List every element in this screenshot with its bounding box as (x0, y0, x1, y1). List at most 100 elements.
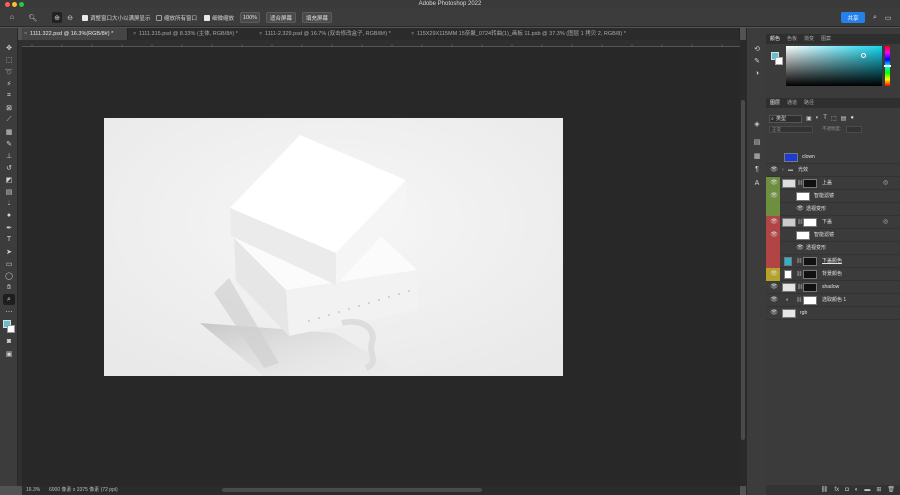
filter-type-icon[interactable]: T (823, 115, 827, 122)
close-tab-icon[interactable]: × (259, 28, 262, 40)
layer-row[interactable]: 👁︎ 智能滤镜 (766, 190, 900, 203)
libraries-icon[interactable]: ◈ (751, 118, 763, 129)
delete-layer-icon[interactable]: 🗑︎ (887, 485, 895, 495)
new-layer-icon[interactable]: ⊞ (876, 485, 881, 495)
scrubby-zoom-checkbox[interactable] (204, 14, 210, 21)
tab-channels[interactable]: 通道 (787, 98, 797, 108)
rectangle-tool-icon[interactable]: ▭ (3, 258, 15, 269)
healing-brush-tool-icon[interactable]: ▦ (3, 126, 15, 137)
layer-row[interactable]: 👁︎ ⛓ 下盖 ◎ (766, 216, 900, 229)
zoom-out-icon[interactable]: ⊖ (65, 12, 75, 23)
quick-mask-icon[interactable]: ◙ (3, 336, 15, 347)
tab-document-2[interactable]: × 1111.315.psd @ 8.33% (主体, RGB/8#) * (131, 28, 275, 40)
workspace-icon[interactable]: ▭ (883, 12, 893, 23)
background-color-swatch[interactable] (7, 325, 15, 333)
tab-patterns[interactable]: 图案 (821, 34, 831, 44)
screen-mode-icon[interactable]: ▣ (3, 348, 15, 359)
character-icon[interactable]: A (751, 178, 763, 189)
layer-row[interactable]: clown (766, 151, 900, 164)
hue-slider-handle[interactable] (884, 65, 891, 67)
tab-gradients[interactable]: 渐变 (804, 34, 814, 44)
eraser-tool-icon[interactable]: ◩ (3, 174, 15, 185)
hand-tool-icon[interactable]: ✋︎ (3, 282, 15, 293)
marquee-tool-icon[interactable]: ⬚ (3, 54, 15, 65)
fit-screen-button[interactable]: 适合屏幕 (266, 12, 296, 23)
layer-row[interactable]: 👁︎ › ▬ 光效 (766, 164, 900, 177)
filter-adjustment-icon[interactable]: ◐ (816, 115, 820, 122)
group-expand-icon[interactable]: › (782, 167, 784, 173)
hue-slider[interactable] (884, 46, 891, 86)
tab-color[interactable]: 颜色 (770, 34, 780, 44)
scrubby-zoom-option[interactable]: 细微缩放 (204, 12, 234, 23)
more-tools-icon[interactable]: ⋯ (3, 306, 15, 317)
magic-wand-tool-icon[interactable]: ⚡︎ (3, 78, 15, 89)
move-tool-icon[interactable]: ✥ (3, 42, 15, 53)
lasso-tool-icon[interactable]: ➰ (3, 66, 15, 77)
layer-row[interactable]: ⛓ 下盖颜色 (766, 255, 900, 268)
layer-row[interactable]: 👁︎ ◐ ⛓ 选取颜色 1 (766, 294, 900, 307)
layer-row[interactable]: 👁︎ 透视变形 (766, 242, 900, 255)
close-tab-icon[interactable]: × (133, 28, 136, 40)
share-button[interactable]: 共享 (841, 12, 865, 23)
layer-mask-thumbnail[interactable] (803, 218, 817, 227)
zoom-value-field[interactable]: 100% (240, 12, 260, 23)
layer-row[interactable]: 👁︎ ⛓ 背景颜色 (766, 268, 900, 281)
clone-stamp-tool-icon[interactable]: ⊥ (3, 150, 15, 161)
visibility-eye-icon[interactable]: 👁︎ (796, 244, 804, 252)
layer-mask-thumbnail[interactable] (803, 296, 817, 305)
new-adjustment-icon[interactable]: ◐ (855, 485, 859, 495)
frame-tool-icon[interactable]: ⊠ (3, 102, 15, 113)
zoom-all-checkbox[interactable] (156, 14, 162, 21)
tab-paths[interactable]: 路径 (804, 98, 814, 108)
layer-row[interactable]: 👁︎ rgb (766, 307, 900, 320)
document-canvas[interactable] (104, 118, 563, 376)
dodge-tool-icon[interactable]: ● (3, 210, 15, 221)
vertical-scroll-thumb[interactable] (741, 100, 745, 440)
blur-tool-icon[interactable]: 💧︎ (3, 198, 15, 209)
fill-screen-button[interactable]: 填充屏幕 (302, 12, 332, 23)
visibility-eye-icon[interactable]: 👁︎ (770, 231, 778, 239)
layer-mask-thumbnail[interactable] (803, 270, 817, 279)
layer-row[interactable]: 👁︎ 透视变形 (766, 203, 900, 216)
paragraph-icon[interactable]: ¶ (751, 164, 763, 175)
adjustments-icon[interactable]: ◑ (751, 68, 763, 79)
layer-mask-thumbnail[interactable] (803, 283, 817, 292)
properties-icon[interactable]: ▤ (751, 136, 763, 147)
zoom-all-option[interactable]: 缩放所有窗口 (156, 12, 197, 23)
filter-shape-icon[interactable]: ⬚ (831, 115, 837, 122)
link-layers-icon[interactable]: ⛓ (821, 485, 829, 495)
visibility-eye-icon[interactable]: 👁︎ (770, 192, 778, 200)
type-tool-icon[interactable]: T (3, 234, 15, 245)
visibility-eye-icon[interactable]: 👁︎ (770, 179, 778, 187)
layer-row[interactable]: 👁︎ ⛓ 上盖 ◎ (766, 177, 900, 190)
gradient-tool-icon[interactable]: ▤ (3, 186, 15, 197)
brush-settings-icon[interactable]: ✎ (751, 55, 763, 66)
filter-toggle-icon[interactable]: ● (850, 115, 854, 122)
close-tab-icon[interactable]: × (24, 28, 27, 40)
filter-smart-object-icon[interactable]: ▤ (841, 115, 847, 122)
add-mask-icon[interactable]: ◘ (845, 485, 849, 495)
home-icon[interactable]: ⌂ (6, 12, 18, 23)
swatches-icon[interactable]: ▦ (751, 150, 763, 161)
zoom-tool-icon[interactable]: ⌕ (3, 294, 15, 305)
zoom-tool-icon[interactable]: 🔍︎ (26, 12, 40, 23)
tab-document-1[interactable]: × 1111.322.psd @ 16.3%(RGB/8#) * (22, 28, 128, 40)
layer-kind-filter[interactable]: ⌕ 类型 (769, 115, 802, 123)
horizontal-scroll-thumb[interactable] (222, 488, 482, 492)
layer-style-icon[interactable]: fx (834, 485, 839, 495)
brush-tool-icon[interactable]: ✎ (3, 138, 15, 149)
pen-tool-icon[interactable]: ✒ (3, 222, 15, 233)
status-zoom[interactable]: 16.3% (26, 486, 40, 495)
search-icon[interactable]: ⌕ (870, 12, 880, 23)
close-tab-icon[interactable]: × (411, 28, 414, 40)
color-panel-background[interactable] (775, 57, 783, 65)
layer-mask-thumbnail[interactable] (803, 179, 817, 188)
visibility-eye-icon[interactable]: 👁︎ (770, 218, 778, 226)
tab-document-4[interactable]: × 115X29X115MM 15奈聚_0724转曲(1)_画板 11.psb @… (409, 28, 740, 40)
color-picker-field[interactable] (786, 46, 882, 86)
visibility-eye-icon[interactable]: 👁︎ (770, 296, 778, 304)
opacity-field[interactable] (846, 126, 862, 133)
layer-mask-thumbnail[interactable] (803, 257, 817, 266)
tab-swatches[interactable]: 色板 (787, 34, 797, 44)
visibility-eye-icon[interactable]: 👁︎ (770, 270, 778, 278)
